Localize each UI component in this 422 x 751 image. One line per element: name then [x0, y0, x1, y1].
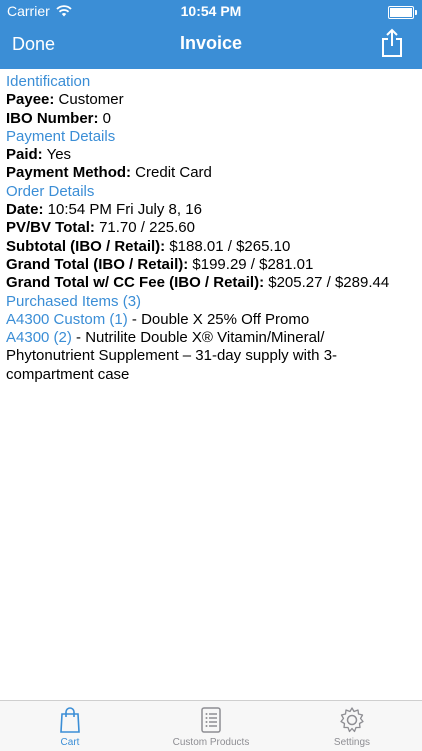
date-row: Date: 10:54 PM Fri July 8, 16: [6, 201, 416, 219]
battery-icon: [388, 6, 417, 19]
share-icon[interactable]: [380, 28, 404, 58]
list-icon: [201, 707, 221, 733]
invoice-content: Identification Payee: Customer IBO Numbe…: [6, 73, 416, 384]
tab-label: Custom Products: [172, 737, 250, 748]
section-purchased-items: Purchased Items (3): [6, 292, 142, 310]
method-row: Payment Method: Credit Card: [6, 164, 416, 182]
ibo-label: IBO Number:: [6, 109, 99, 127]
payee-value: Customer: [54, 91, 124, 109]
item-code-link[interactable]: A4300 (2): [6, 329, 72, 346]
bag-icon: [60, 707, 80, 733]
subtotal-row: Subtotal (IBO / Retail): $188.01 / $265.…: [6, 238, 416, 256]
date-label: Date:: [6, 201, 44, 219]
nav-bar: Done Invoice: [0, 24, 422, 69]
item-description: - Double X 25% Off Promo: [127, 310, 310, 328]
subtotal-label: Subtotal (IBO / Retail):: [6, 237, 166, 255]
tab-bar: Cart Custom Products Settings: [0, 700, 422, 751]
grand-total-label: Grand Total (IBO / Retail):: [6, 255, 189, 273]
top-bar: Carrier 10:54 PM Done Invoice: [0, 0, 422, 69]
subtotal-value: $188.01 / $265.10: [165, 237, 291, 255]
pvbv-label: PV/BV Total:: [6, 219, 95, 237]
ibo-row: IBO Number: 0: [6, 110, 416, 128]
tab-label: Cart: [60, 737, 80, 748]
paid-row: Paid: Yes: [6, 146, 416, 164]
list-item: A4300 Custom (1) - Double X 25% Off Prom…: [6, 311, 416, 329]
page-title: Invoice: [179, 33, 243, 53]
payee-label: Payee:: [6, 91, 55, 109]
method-value: Credit Card: [131, 164, 212, 182]
tab-settings[interactable]: Settings: [282, 701, 422, 751]
pvbv-row: PV/BV Total: 71.70 / 225.60: [6, 219, 416, 237]
paid-label: Paid:: [6, 146, 43, 164]
grand-total-row: Grand Total (IBO / Retail): $199.29 / $2…: [6, 256, 416, 274]
payee-row: Payee: Customer: [6, 91, 416, 109]
cc-fee-row: Grand Total w/ CC Fee (IBO / Retail): $2…: [6, 274, 416, 292]
status-time: 10:54 PM: [180, 3, 242, 19]
pvbv-value: 71.70 / 225.60: [94, 219, 195, 237]
list-item: A4300 (2) - Nutrilite Double X® Vitamin/…: [6, 329, 416, 384]
section-order-details: Order Details: [6, 182, 95, 200]
tab-cart[interactable]: Cart: [0, 701, 140, 751]
cc-fee-label: Grand Total w/ CC Fee (IBO / Retail):: [6, 274, 265, 292]
ibo-value: 0: [98, 109, 112, 127]
item-code-link[interactable]: A4300 Custom (1): [6, 311, 128, 328]
gear-icon: [340, 707, 364, 733]
tab-custom-products[interactable]: Custom Products: [141, 701, 281, 751]
grand-total-value: $199.29 / $281.01: [188, 255, 314, 273]
section-payment-details: Payment Details: [6, 127, 116, 145]
section-identification: Identification: [6, 73, 91, 90]
date-value: 10:54 PM Fri July 8, 16: [43, 201, 202, 219]
method-label: Payment Method:: [6, 164, 132, 182]
tab-label: Settings: [333, 737, 371, 748]
cc-fee-value: $205.27 / $289.44: [264, 274, 390, 292]
paid-value: Yes: [42, 146, 72, 164]
status-bar: Carrier 10:54 PM: [0, 0, 422, 24]
